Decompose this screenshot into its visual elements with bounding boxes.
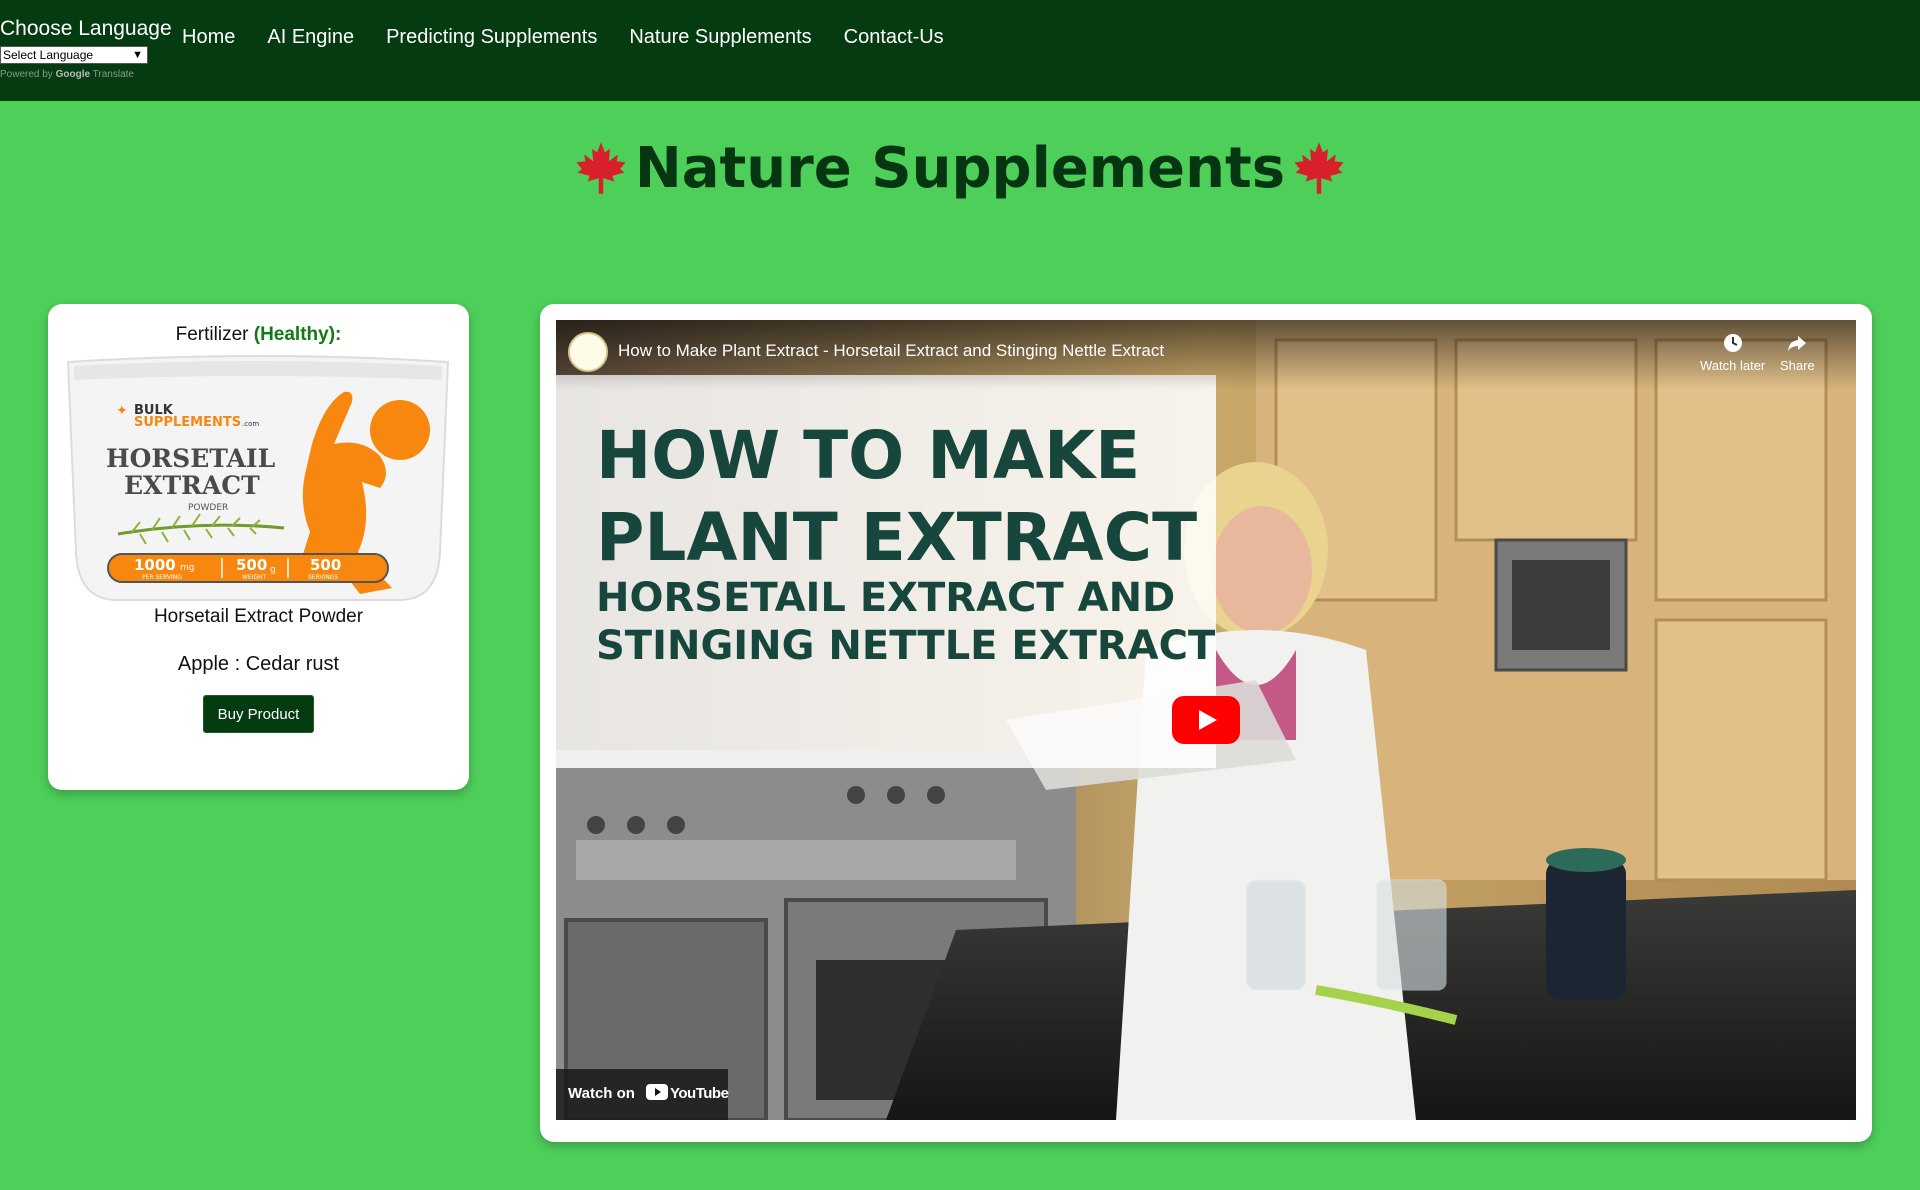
thumbnail-line-3: HORSETAIL EXTRACT AND <box>596 575 1176 621</box>
page-title: Nature Supplements <box>0 133 1920 205</box>
stat-serving-label: PER SERVING <box>142 574 182 581</box>
share-button[interactable]: Share <box>1780 332 1815 373</box>
nav-link-home[interactable]: Home <box>182 24 235 50</box>
nav-links: Home AI Engine Predicting Supplements Na… <box>182 24 976 50</box>
google-wordmark: Google <box>55 69 91 80</box>
language-select[interactable]: Select Language ▼ <box>0 46 148 64</box>
stat-serving-value: 1000 <box>134 556 176 574</box>
clock-icon <box>1723 334 1742 352</box>
youtube-wordmark: YouTube <box>670 1085 729 1102</box>
stat-servings-value: 500 <box>310 556 341 574</box>
nav-link-predicting-supplements[interactable]: Predicting Supplements <box>386 24 597 50</box>
svg-text:✦: ✦ <box>116 403 128 419</box>
powered-prefix: Powered by <box>0 69 53 80</box>
health-status: (Healthy): <box>253 324 342 345</box>
product-image: ✦ BULK SUPPLEMENTS .com HORSETAIL EXTRAC… <box>66 355 450 601</box>
product-label-line-1: HORSETAIL <box>106 444 276 473</box>
thumbnail-text-panel: HOW TO MAKE PLANT EXTRACT HORSETAIL EXTR… <box>556 375 1216 768</box>
video-title[interactable]: How to Make Plant Extract - Horsetail Ex… <box>618 340 1164 362</box>
video-card: HOW TO MAKE PLANT EXTRACT HORSETAIL EXTR… <box>540 304 1872 1142</box>
product-form: POWDER <box>188 503 228 513</box>
watch-on-label: Watch on <box>568 1085 635 1102</box>
powered-suffix: Translate <box>92 69 134 80</box>
fertilizer-label: Fertilizer <box>175 324 249 345</box>
stat-serving-unit: mg <box>180 563 194 573</box>
thumbnail-line-4: STINGING NETTLE EXTRACT <box>596 623 1216 669</box>
watch-later-button[interactable]: Watch later <box>1700 332 1765 373</box>
product-name: Horsetail Extract Powder <box>153 606 364 627</box>
maple-leaf-icon <box>1294 142 1344 194</box>
brand-line-2: SUPPLEMENTS <box>134 415 241 430</box>
video-player[interactable]: HOW TO MAKE PLANT EXTRACT HORSETAIL EXTR… <box>556 320 1856 1120</box>
maple-leaf-icon <box>576 142 626 194</box>
powered-by-google-translate[interactable]: Powered by Google Translate <box>0 69 172 80</box>
page-title-text: Nature Supplements <box>634 136 1286 201</box>
product-card: Fertilizer (Healthy): ✦ BULK SUPPLEMENTS… <box>48 304 469 790</box>
watch-on-youtube-button[interactable]: Watch on YouTube <box>556 1069 729 1120</box>
youtube-icon <box>646 1084 668 1100</box>
thumbnail-line-1: HOW TO MAKE <box>596 417 1141 494</box>
language-title: Choose Language <box>0 17 172 40</box>
share-label: Share <box>1780 358 1815 373</box>
stat-weight-label: WEIGHT <box>242 574 267 581</box>
language-selector: Choose Language Select Language ▼ Powere… <box>0 16 172 80</box>
buy-product-button[interactable]: Buy Product <box>203 695 314 733</box>
navbar: Choose Language Select Language ▼ Powere… <box>0 0 1920 101</box>
thumbnail-line-2: PLANT EXTRACT <box>596 499 1198 576</box>
stat-servings-label: SERVINGS <box>308 574 338 581</box>
share-icon <box>1788 336 1807 351</box>
brand-suffix: .com <box>242 420 259 428</box>
product-label-line-2: EXTRACT <box>124 471 260 500</box>
stat-weight-unit: g <box>270 565 276 575</box>
nav-link-ai-engine[interactable]: AI Engine <box>267 24 354 50</box>
product-card-title: Fertilizer (Healthy): <box>48 322 469 348</box>
chevron-down-icon: ▼ <box>132 49 143 61</box>
product-disease: Apple : Cedar rust <box>177 653 340 675</box>
language-select-value: Select Language <box>3 48 94 62</box>
stat-weight-value: 500 <box>236 556 267 574</box>
play-button-icon[interactable] <box>1172 696 1240 744</box>
watch-later-label: Watch later <box>1700 358 1766 373</box>
channel-avatar[interactable] <box>568 332 608 372</box>
nav-link-nature-supplements[interactable]: Nature Supplements <box>629 24 811 50</box>
nav-link-contact-us[interactable]: Contact-Us <box>844 24 944 50</box>
